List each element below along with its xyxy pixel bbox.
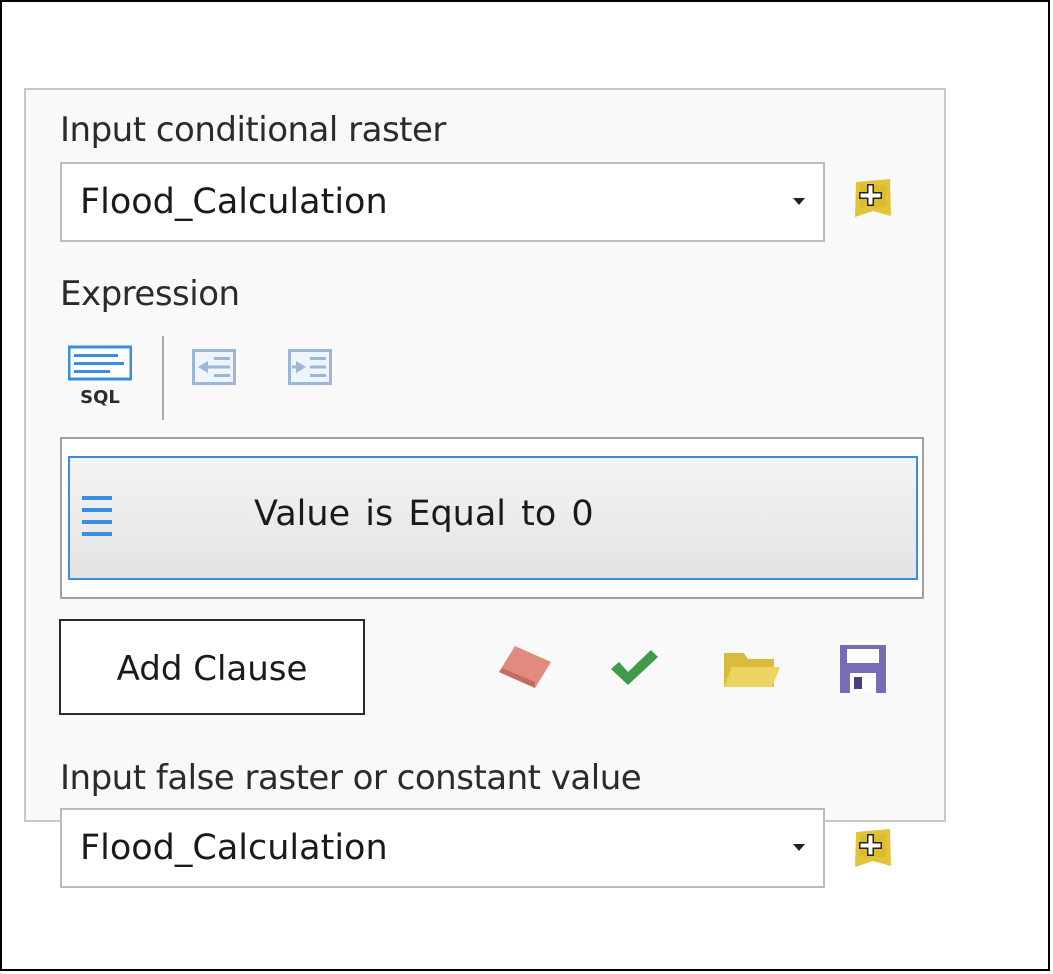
conditional-raster-value: Flood_Calculation [80,182,388,222]
decrease-indent-icon[interactable] [192,349,236,389]
clause-row[interactable]: Value is Equal to 0 [68,456,918,580]
clause-list: Value is Equal to 0 [60,437,924,599]
conditional-raster-label: Input conditional raster [60,110,446,150]
add-data-icon[interactable] [853,826,893,870]
drag-handle-icon[interactable] [80,494,114,544]
false-raster-dropdown[interactable]: Flood_Calculation [60,808,825,888]
checkmark-icon[interactable] [608,645,660,693]
add-data-icon[interactable] [853,176,893,220]
toolbar-divider [162,336,164,420]
false-raster-label: Input false raster or constant value [60,758,642,798]
false-raster-value: Flood_Calculation [80,828,388,868]
save-icon[interactable] [838,643,890,699]
sql-caption: SQL [80,387,120,407]
increase-indent-icon[interactable] [288,349,332,389]
clause-text: Value is Equal to 0 [254,494,594,534]
conditional-raster-dropdown[interactable]: Flood_Calculation [60,162,825,242]
expression-label: Expression [60,274,240,314]
add-clause-label: Add Clause [116,649,308,689]
eraser-icon[interactable] [493,642,557,696]
sql-icon[interactable]: SQL [67,345,133,411]
dropdown-arrow-icon [793,198,805,205]
add-clause-button[interactable]: Add Clause [59,619,365,715]
dropdown-arrow-icon [793,844,805,851]
open-folder-icon[interactable] [722,645,780,695]
